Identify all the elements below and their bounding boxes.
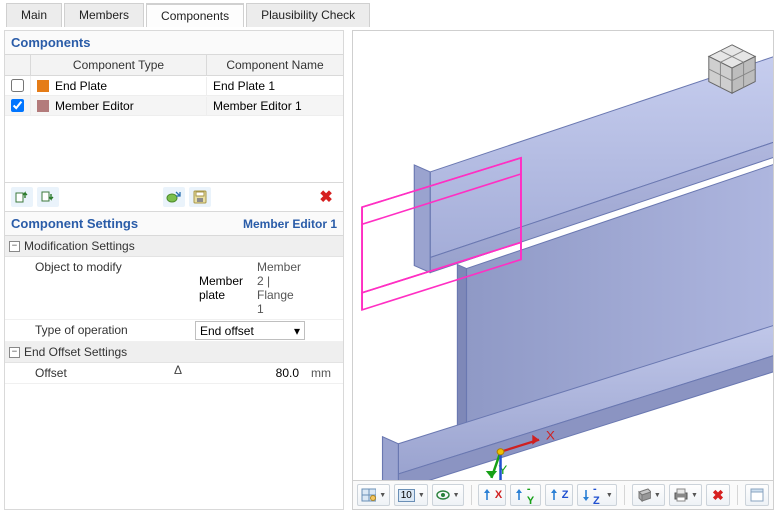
chevron-down-icon: ▼: [418, 492, 425, 499]
value-object[interactable]: Member plate: [195, 272, 247, 304]
settings-title: Component Settings: [11, 216, 138, 231]
col-name: Component Name: [207, 55, 343, 75]
nav-cube[interactable]: [703, 41, 761, 99]
view-neg-y-button[interactable]: -Y: [510, 484, 541, 506]
numbering-button[interactable]: 10 ▼: [394, 484, 428, 506]
print-button[interactable]: ▼: [669, 484, 702, 506]
viewport-toolbar: ▼ 10 ▼ ▼ X -Y: [352, 481, 774, 510]
tab-plausibility-check[interactable]: Plausibility Check: [246, 3, 370, 27]
visibility-button[interactable]: ▼: [432, 484, 463, 506]
col-check: [5, 55, 31, 75]
import-button[interactable]: [163, 187, 185, 207]
label-object-to-modify: Object to modify: [5, 257, 165, 319]
delete-button[interactable]: ✖: [315, 187, 337, 207]
move-up-button[interactable]: [11, 187, 33, 207]
save-button[interactable]: [189, 187, 211, 207]
group-expander[interactable]: −: [9, 347, 20, 358]
components-toolbar: ✖: [4, 183, 344, 212]
row-name: End Plate 1: [207, 77, 343, 95]
table-row[interactable]: End Plate End Plate 1: [5, 76, 343, 96]
view-z-button[interactable]: Z: [545, 484, 572, 506]
select-type-operation[interactable]: End offset ▾: [195, 321, 305, 340]
new-window-button[interactable]: [745, 484, 769, 506]
cancel-button[interactable]: ✖: [706, 484, 730, 506]
toggle-grid-button[interactable]: ▼: [357, 484, 390, 506]
type-swatch: [37, 100, 49, 112]
table-row[interactable]: Member Editor Member Editor 1: [5, 96, 343, 116]
chevron-down-icon: ▼: [606, 492, 613, 499]
unit-offset: mm: [309, 363, 343, 383]
label-offset: Offset: [5, 363, 165, 383]
type-swatch: [37, 80, 49, 92]
chevron-down-icon: ▾: [294, 324, 300, 338]
chevron-down-icon: ▼: [453, 492, 460, 499]
settings-body: − Modification Settings Object to modify…: [4, 236, 344, 510]
select-value: End offset: [200, 324, 254, 338]
group-modification: Modification Settings: [24, 239, 135, 253]
chevron-down-icon: ▼: [379, 492, 386, 499]
value-offset[interactable]: 80.0: [195, 366, 305, 380]
tab-components[interactable]: Components: [146, 3, 244, 27]
tab-main[interactable]: Main: [6, 3, 62, 27]
numbering-label: 10: [398, 489, 415, 502]
components-table: Component Type Component Name End Plate …: [4, 54, 344, 183]
3d-viewport[interactable]: X Y Z: [352, 30, 774, 481]
move-down-button[interactable]: [37, 187, 59, 207]
col-type: Component Type: [31, 55, 207, 75]
delete-icon: ✖: [319, 187, 332, 207]
top-tabs: Main Members Components Plausibility Che…: [0, 0, 777, 28]
cancel-icon: ✖: [712, 487, 724, 504]
components-panel-title: Components: [4, 30, 344, 54]
group-end-offset: End Offset Settings: [24, 345, 127, 359]
group-expander[interactable]: −: [9, 241, 20, 252]
chevron-down-icon: ▼: [691, 492, 698, 499]
row-checkbox[interactable]: [11, 99, 24, 112]
render-mode-button[interactable]: ▼: [632, 484, 665, 506]
delta-symbol: Δ: [165, 363, 191, 383]
label-type-operation: Type of operation: [5, 320, 165, 341]
view-neg-z-button[interactable]: -Z ▼: [577, 484, 617, 506]
row-checkbox[interactable]: [11, 79, 24, 92]
chevron-down-icon: ▼: [654, 492, 661, 499]
row-type: End Plate: [55, 79, 107, 93]
row-name: Member Editor 1: [207, 97, 343, 115]
value-object-ref: Member 2 | Flange 1: [253, 258, 305, 318]
row-type: Member Editor: [55, 99, 134, 113]
axis-x-label: X: [546, 428, 556, 442]
view-x-button[interactable]: X: [478, 484, 506, 506]
settings-context: Member Editor 1: [243, 217, 337, 231]
tab-members[interactable]: Members: [64, 3, 144, 27]
